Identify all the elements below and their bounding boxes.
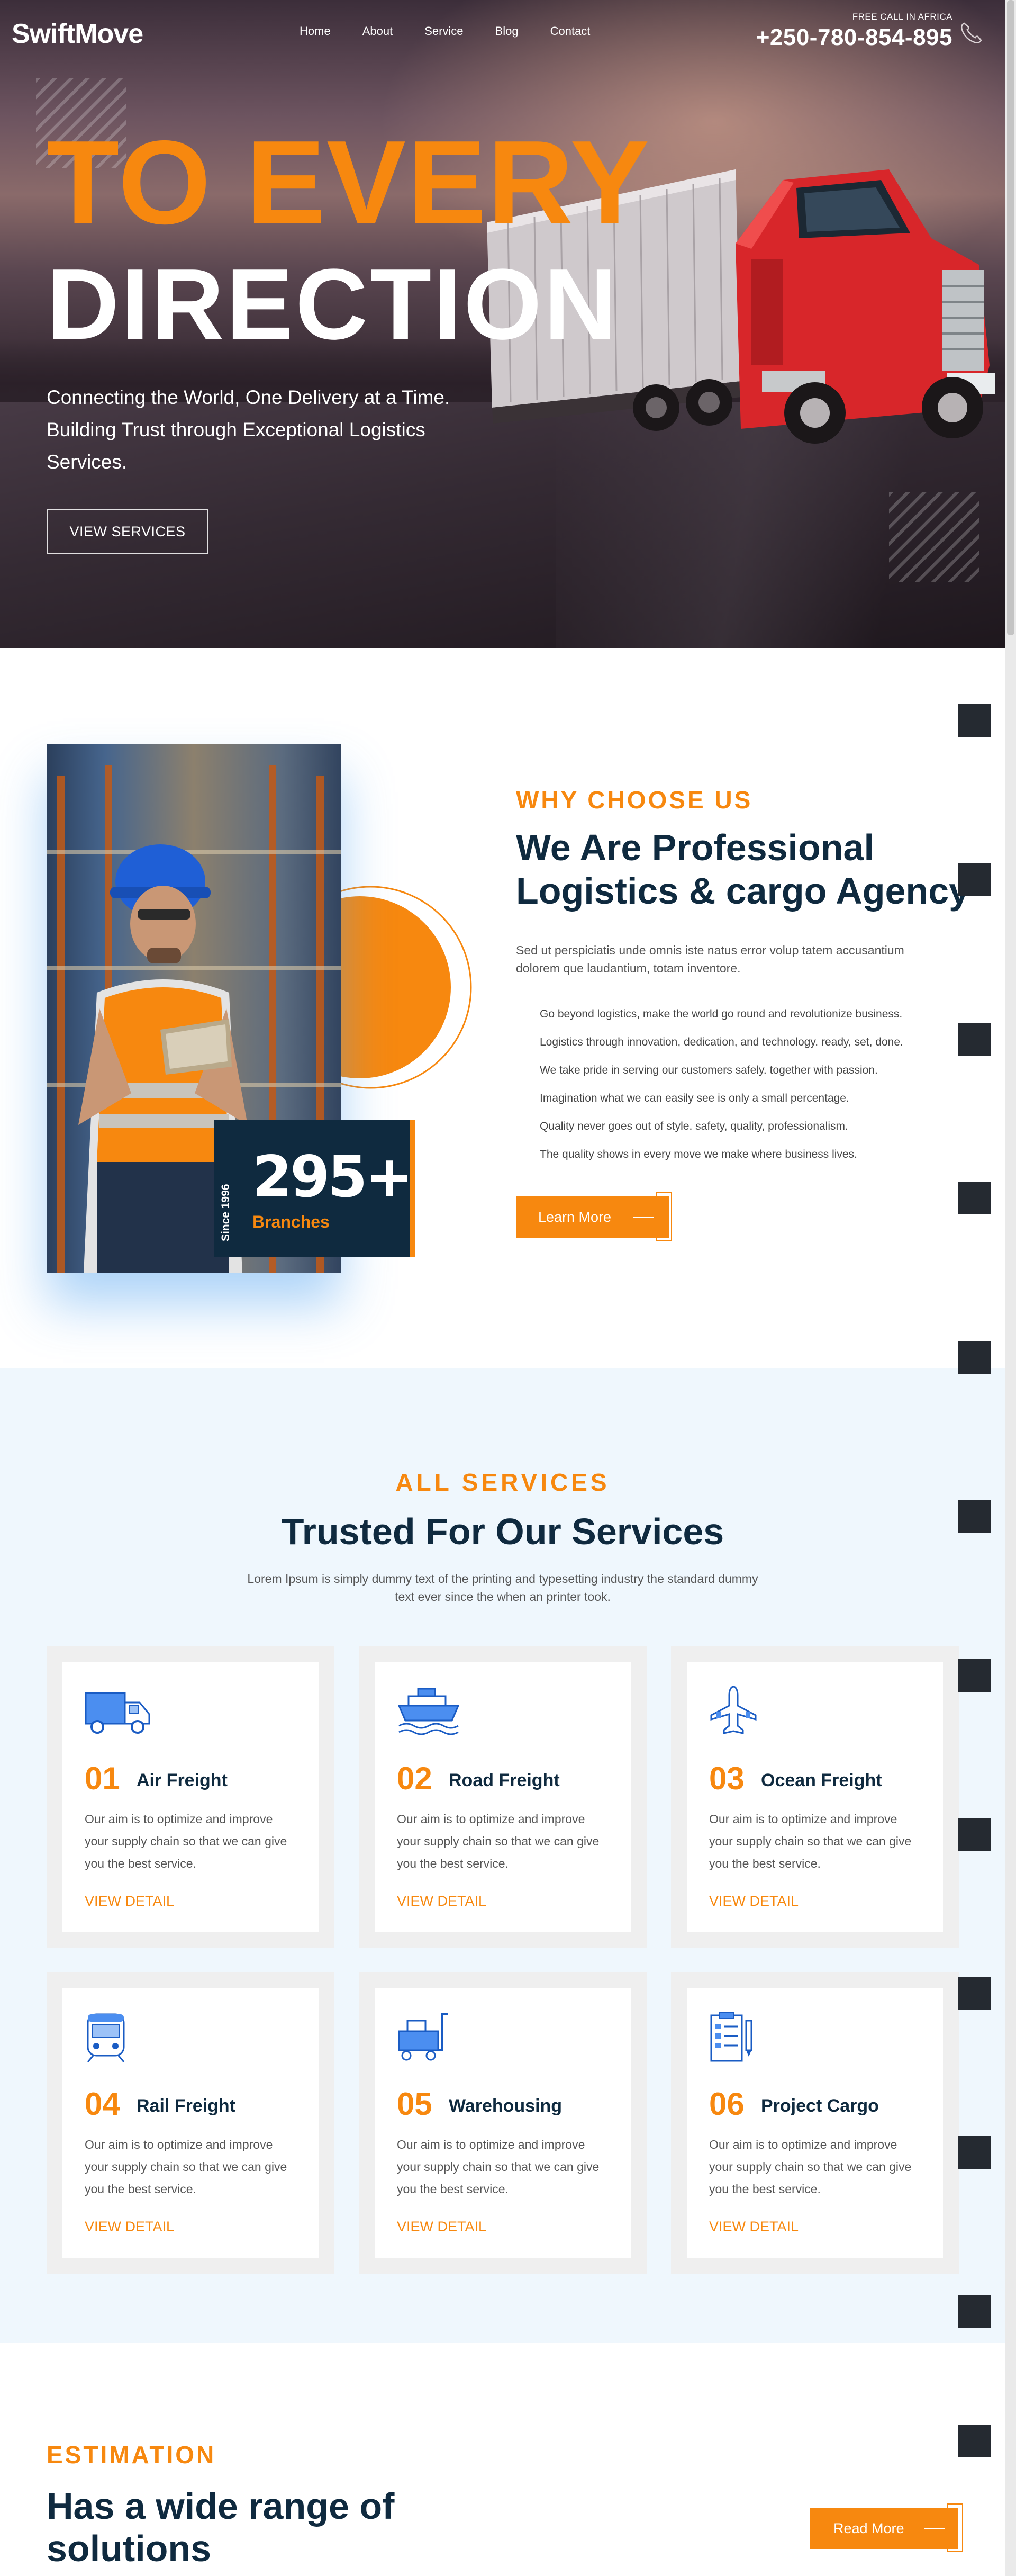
since-label: Since 1996 [220,1184,232,1241]
service-title: Project Cargo [761,2096,879,2116]
floating-square [958,704,991,737]
service-number: 05 [397,2086,432,2122]
service-card-body: 05 Warehousing Our aim is to optimize an… [375,1988,631,2258]
service-text: Our aim is to optimize and improve your … [85,1812,287,1870]
service-text: Our aim is to optimize and improve your … [709,1812,912,1870]
floating-square [958,1659,991,1692]
hero-section: SwiftMove Home About Service Blog Contac… [0,0,1005,648]
main-nav: Home About Service Blog Contact [300,24,622,38]
why-choose-label: WHY CHOOSE US [516,786,753,814]
services-description: Lorem Ipsum is simply dummy text of the … [247,1572,758,1604]
service-number: 01 [85,1761,120,1796]
nav-contact[interactable]: Contact [550,24,591,38]
about-title: We Are Professional Logistics & cargo Ag… [516,827,970,912]
view-services-button[interactable]: VIEW SERVICES [47,509,208,554]
arrow-line-icon [924,2528,945,2529]
list-item: Go beyond logistics, make the world go r… [540,1008,903,1020]
service-card: 01 Air Freight Our aim is to optimize an… [47,1646,334,1948]
view-detail-link[interactable]: VIEW DETAIL [85,1893,174,1910]
service-text: Our aim is to optimize and improve your … [85,2138,287,2196]
airplane-icon [710,1686,757,1734]
branches-label: Branches [252,1212,330,1231]
service-title: Rail Freight [137,2096,236,2116]
estimation-label: ESTIMATION [47,2441,216,2469]
decorative-stripes [889,492,979,582]
train-icon [87,2013,125,2062]
ship-icon [397,1688,460,1735]
service-card-body: 04 Rail Freight Our aim is to optimize a… [62,1988,319,2258]
service-card-body: 01 Air Freight Our aim is to optimize an… [62,1662,319,1932]
service-number: 06 [709,2086,745,2122]
service-card: 06 Project Cargo Our aim is to optimize … [671,1972,959,2274]
arrow-line-icon [633,1217,654,1218]
estimation-title: Has a wide range of solutions [47,2485,395,2569]
service-card: 02 Road Freight Our aim is to optimize a… [359,1646,647,1948]
service-title: Warehousing [449,2096,563,2116]
floating-square [958,863,991,896]
services-label: ALL SERVICES [395,1469,610,1496]
nav-service[interactable]: Service [424,24,463,38]
learn-more-button[interactable]: Learn More [516,1196,669,1238]
service-card-body: 06 Project Cargo Our aim is to optimize … [687,1988,943,2258]
list-item: Imagination what we can easily see is on… [540,1092,849,1104]
service-text: Our aim is to optimize and improve your … [397,1812,600,1870]
service-title: Air Freight [137,1770,228,1790]
list-item: We take pride in serving our customers s… [540,1064,878,1076]
floating-square [958,2295,991,2328]
floating-square [958,1818,991,1851]
service-card-body: 03 Ocean Freight Our aim is to optimize … [687,1662,943,1932]
button-accent-frame [947,2503,963,2552]
hero-title-line1: TO EVERY [47,115,651,249]
floating-square [958,1341,991,1374]
read-more-button[interactable]: Read More [810,2508,958,2549]
view-detail-link[interactable]: VIEW DETAIL [397,1893,486,1910]
truck-icon [85,1692,150,1734]
nav-home[interactable]: Home [300,24,331,38]
floating-square [958,1023,991,1056]
floating-square [958,1500,991,1533]
branches-count: 295+ [252,1144,413,1210]
service-card: 03 Ocean Freight Our aim is to optimize … [671,1646,959,1948]
service-title: Road Freight [449,1770,560,1790]
floating-square [958,2136,991,2169]
service-text: Our aim is to optimize and improve your … [709,2138,912,2196]
service-card: 05 Warehousing Our aim is to optimize an… [359,1972,647,2274]
floating-square [958,1182,991,1214]
list-item: Quality never goes out of style. safety,… [540,1120,848,1132]
service-card: 04 Rail Freight Our aim is to optimize a… [47,1972,334,2274]
view-detail-link[interactable]: VIEW DETAIL [709,1893,799,1910]
view-detail-link[interactable]: VIEW DETAIL [397,2219,486,2235]
service-number: 02 [397,1761,432,1796]
scrollbar-thumb[interactable] [1007,0,1014,635]
read-more-label: Read More [833,2520,904,2536]
call-label: FREE CALL IN AFRICA [852,12,952,22]
button-accent-frame [656,1192,672,1241]
hero-title-line2: DIRECTION [47,248,619,361]
phone-icon[interactable] [958,20,984,47]
site-logo[interactable]: SwiftMove [12,18,143,50]
learn-more-label: Learn More [538,1209,612,1225]
list-item: The quality shows in every move we make … [540,1148,857,1160]
list-item: Logistics through innovation, dedication… [540,1036,903,1048]
hero-description: Connecting the World, One Delivery at a … [47,386,450,473]
view-detail-link[interactable]: VIEW DETAIL [85,2219,174,2235]
floating-square [958,1977,991,2010]
about-description: Sed ut perspiciatis unde omnis iste natu… [516,943,904,975]
service-title: Ocean Freight [761,1770,882,1790]
nav-blog[interactable]: Blog [495,24,519,38]
services-title: Trusted For Our Services [281,1511,724,1552]
service-number: 04 [85,2086,120,2122]
nav-about[interactable]: About [362,24,393,38]
cart-icon [398,2013,448,2061]
call-number[interactable]: +250-780-854-895 [756,24,952,51]
service-card-body: 02 Road Freight Our aim is to optimize a… [375,1662,631,1932]
floating-square [958,2425,991,2457]
service-number: 03 [709,1761,745,1796]
clipboard-icon [710,2012,752,2062]
about-points-list: Go beyond logistics, make the world go r… [540,1006,903,1174]
branches-stat-box: 295+ Branches Since 1996 [214,1120,415,1257]
view-detail-link[interactable]: VIEW DETAIL [709,2219,799,2235]
service-text: Our aim is to optimize and improve your … [397,2138,600,2196]
